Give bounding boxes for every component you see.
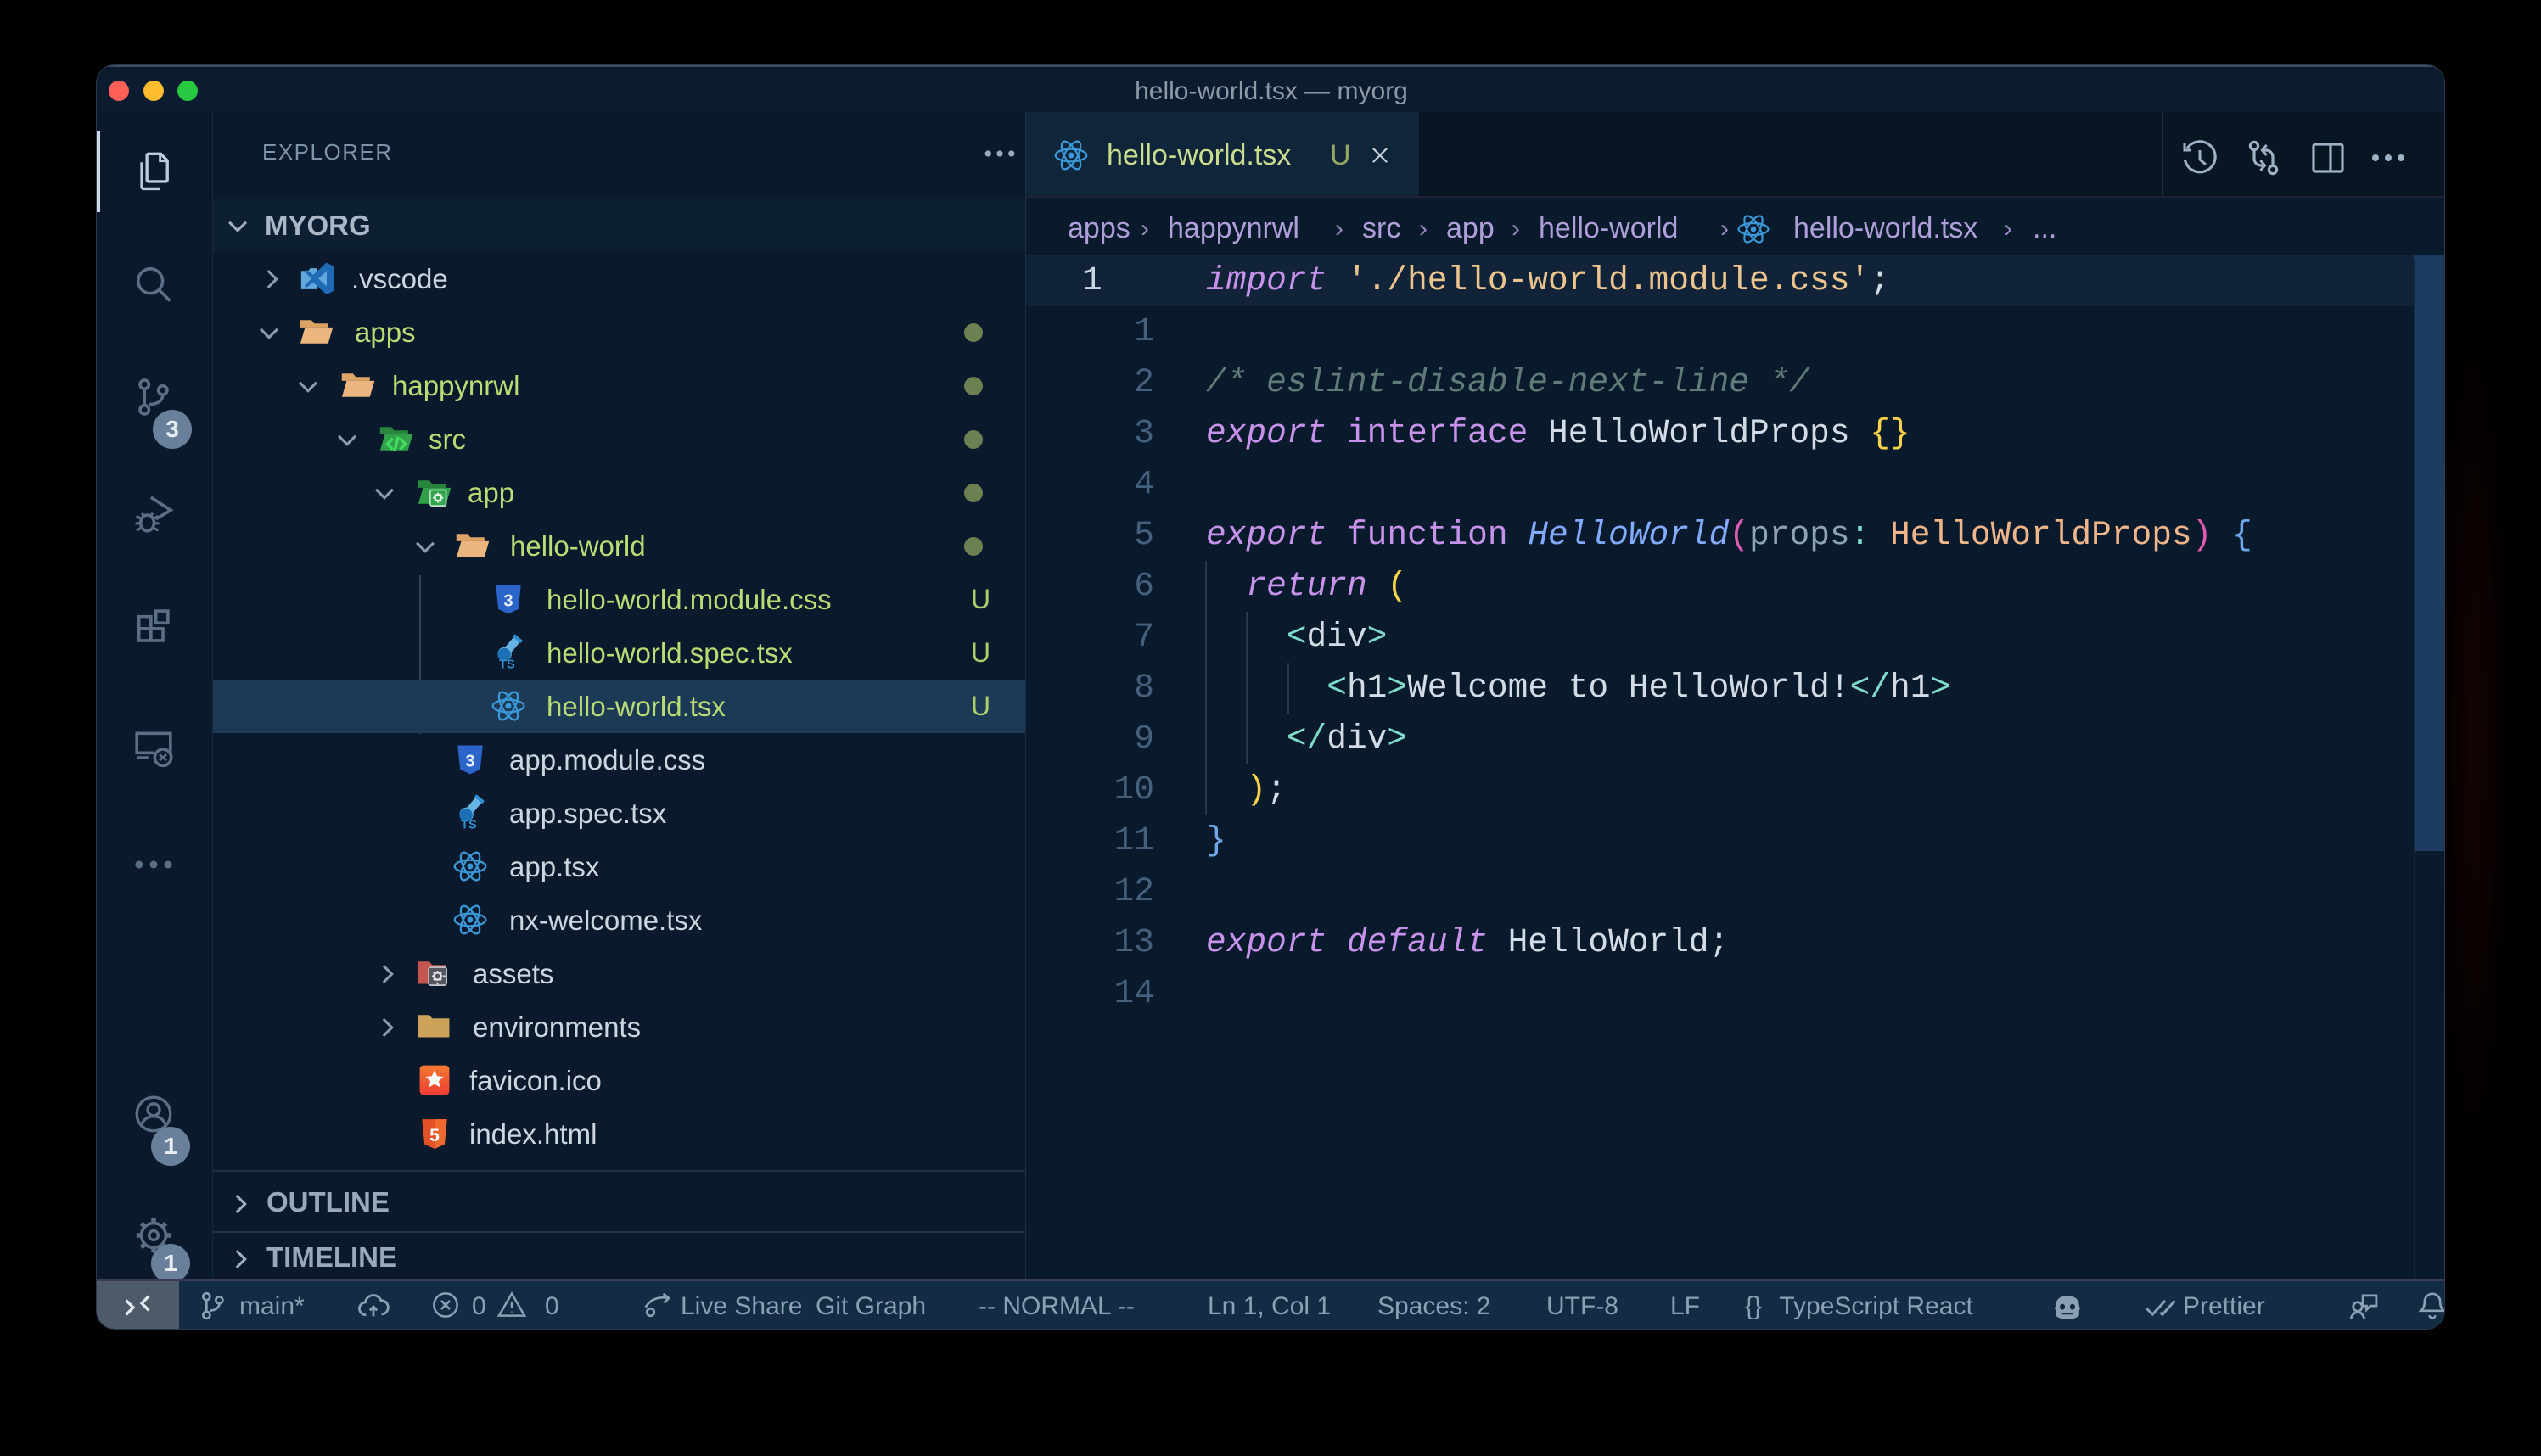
svg-text:TS: TS: [499, 658, 515, 671]
svg-text:3: 3: [465, 752, 474, 770]
svg-text:5: 5: [429, 1126, 440, 1145]
svg-text:3: 3: [503, 591, 513, 610]
svg-text:TS: TS: [461, 818, 477, 832]
